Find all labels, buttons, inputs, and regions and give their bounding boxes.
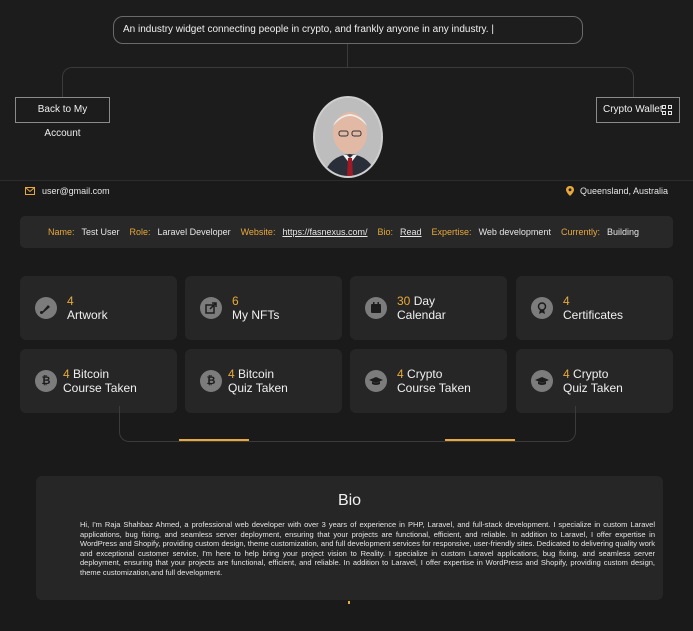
tab-indicator-right[interactable]: [445, 439, 515, 441]
card-label-1: Bitcoin: [73, 367, 110, 381]
tagline-input[interactable]: An industry widget connecting people in …: [113, 16, 583, 44]
card-count: 4: [67, 294, 74, 308]
tabs-frame: [119, 406, 576, 442]
card-label-1: Bitcoin: [238, 367, 275, 381]
expertise-label: Expertise:: [431, 227, 472, 237]
role-value: Laravel Developer: [157, 227, 231, 237]
card-label-2: Course Taken: [397, 381, 471, 395]
card-label-2: Quiz Taken: [228, 381, 288, 395]
card-label: My NFTs: [232, 308, 280, 322]
grid-icon: [662, 105, 672, 115]
back-to-account-button[interactable]: Back to My Account: [15, 97, 110, 139]
graduation-cap-icon: [365, 370, 387, 392]
card-artwork[interactable]: 4 Artwork: [20, 276, 177, 340]
card-label: Certificates: [563, 308, 624, 322]
contact-email: user@gmail.com: [25, 186, 110, 196]
expertise-value: Web development: [478, 227, 551, 237]
card-label-1: Day: [413, 294, 436, 308]
card-label-2: Course Taken: [63, 381, 137, 395]
card-calendar[interactable]: 30 Day Calendar: [350, 276, 507, 340]
card-count: 6: [232, 294, 239, 308]
card-crypto-course[interactable]: 4 Crypto Course Taken: [350, 349, 507, 413]
website-label: Website:: [240, 227, 276, 237]
currently-label: Currently:: [560, 227, 600, 237]
email-text: user@gmail.com: [42, 186, 110, 196]
profile-info-strip: Name: Test User Role: Laravel Developer …: [20, 216, 673, 248]
external-link-icon: [200, 297, 222, 319]
name-label: Name:: [48, 227, 75, 237]
scroll-indicator: [348, 601, 350, 604]
graduation-cap-icon: [531, 370, 553, 392]
crypto-wallet-button[interactable]: Crypto Wallet: [596, 97, 680, 123]
crypto-wallet-label: Crypto Wallet: [603, 104, 663, 115]
card-label-1: Crypto: [407, 367, 443, 381]
card-bitcoin-quiz[interactable]: ₿ 4 Bitcoin Quiz Taken: [185, 349, 342, 413]
card-bitcoin-course[interactable]: ₿ 4 Bitcoin Course Taken: [20, 349, 177, 413]
card-label-1: Crypto: [573, 367, 609, 381]
card-count: 4: [397, 367, 404, 381]
bio-read-link[interactable]: Read: [400, 227, 422, 237]
contact-location: Queensland, Australia: [565, 186, 668, 196]
bio-text: Hi, I'm Raja Shahbaz Ahmed, a profession…: [80, 520, 655, 577]
avatar[interactable]: [313, 96, 383, 178]
role-label: Role:: [129, 227, 151, 237]
card-crypto-quiz[interactable]: 4 Crypto Quiz Taken: [516, 349, 673, 413]
card-count: 4: [563, 367, 570, 381]
bitcoin-icon: ₿: [35, 370, 57, 392]
bio-title: Bio: [337, 492, 362, 509]
brush-icon: [35, 297, 57, 319]
currently-value: Building: [606, 227, 639, 237]
name-value: Test User: [81, 227, 120, 237]
bio-label: Bio:: [377, 227, 394, 237]
award-icon: [531, 297, 553, 319]
location-pin-icon: [565, 186, 574, 196]
tab-indicator-left[interactable]: [179, 439, 249, 441]
card-count: 4: [563, 294, 570, 308]
bitcoin-icon: ₿: [200, 370, 222, 392]
connector-line: [347, 44, 348, 67]
mail-icon: [25, 187, 35, 195]
card-certificates[interactable]: 4 Certificates: [516, 276, 673, 340]
card-count: 4: [228, 367, 235, 381]
card-label-2: Calendar: [397, 308, 446, 322]
card-label-2: Quiz Taken: [563, 381, 623, 395]
card-my-nfts[interactable]: 6 My NFTs: [185, 276, 342, 340]
card-count: 30: [397, 294, 411, 308]
website-link[interactable]: https://fasnexus.com/: [282, 227, 367, 237]
location-text: Queensland, Australia: [579, 186, 668, 196]
card-label: Artwork: [67, 308, 108, 322]
calendar-icon: [365, 297, 387, 319]
bio-section: Bio Hi, I'm Raja Shahbaz Ahmed, a profes…: [36, 476, 663, 600]
card-count: 4: [63, 367, 70, 381]
